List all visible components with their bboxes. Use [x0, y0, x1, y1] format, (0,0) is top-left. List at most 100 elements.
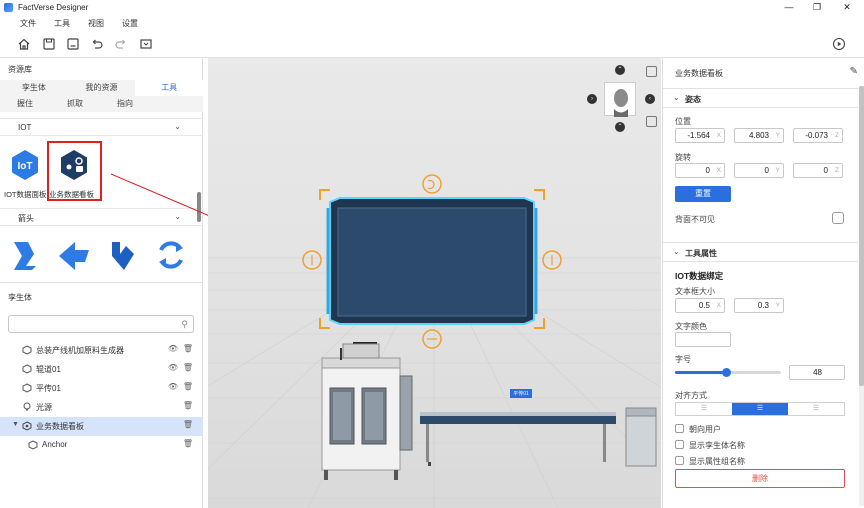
align-center-button[interactable]: ☰	[732, 403, 788, 415]
position-y-field[interactable]: 4.803 Y	[734, 128, 784, 143]
face-user-checkbox[interactable]	[675, 424, 684, 433]
view-mode-icon[interactable]	[646, 66, 657, 77]
axis-x-label: X	[716, 302, 721, 309]
trash-icon[interactable]: 🗑	[183, 420, 193, 429]
tree-row-selected[interactable]: ▼ 业务数据看板 🗑	[0, 417, 203, 436]
menu-settings[interactable]: 设置	[122, 18, 138, 29]
tab-my-resources[interactable]: 我的资源	[68, 80, 136, 96]
arrow-tile-left[interactable]	[55, 236, 93, 274]
toolbar	[0, 31, 864, 58]
arrow-tile-zigzag[interactable]	[6, 236, 44, 274]
bin-model[interactable]	[625, 407, 657, 467]
tree-row[interactable]: 光源 🗑	[0, 398, 203, 417]
eye-icon[interactable]: 👁	[168, 363, 178, 372]
home-icon[interactable]	[17, 37, 31, 51]
play-icon[interactable]	[832, 37, 846, 51]
category-iot[interactable]: IOT ⌄	[0, 118, 203, 136]
align-right-button[interactable]: ☰	[788, 403, 844, 415]
search-input[interactable]: ⚲	[8, 315, 194, 333]
tree-row-label: 总装产线机加原料生成器	[36, 346, 124, 355]
chevron-down-icon[interactable]: ▼	[12, 421, 19, 428]
face-user-label: 朝向用户	[689, 425, 721, 434]
tab-tools[interactable]: 工具	[135, 80, 204, 96]
tree-row-label: 光源	[36, 403, 52, 412]
tree-row[interactable]: 辊道01 👁 🗑	[0, 360, 203, 379]
axis-y-label: Y	[775, 167, 780, 174]
textbox-height-field[interactable]: 0.3 Y	[734, 298, 784, 313]
tree-row[interactable]: 总装产线机加原料生成器 👁 🗑	[0, 341, 203, 360]
position-x-field[interactable]: -1.564 X	[675, 128, 725, 143]
rotate-handle-top[interactable]	[422, 174, 442, 194]
subtab-grab[interactable]: 抓取	[50, 96, 100, 112]
panel-splitter[interactable]	[0, 282, 203, 287]
trash-icon[interactable]: 🗑	[183, 401, 193, 410]
trash-icon[interactable]: 🗑	[183, 363, 193, 372]
maximize-button[interactable]: ❐	[802, 0, 832, 15]
category-arrow[interactable]: 箭头 ⌄	[0, 208, 203, 226]
left-arrow-icon	[59, 242, 89, 270]
reset-button[interactable]: 重置	[675, 186, 731, 202]
minimize-button[interactable]: —	[774, 0, 804, 15]
undo-icon[interactable]	[90, 37, 104, 51]
save-as-icon[interactable]	[66, 37, 80, 51]
menu-tools[interactable]: 工具	[54, 18, 70, 29]
pose-section-header[interactable]: ⌄ 姿态	[663, 88, 858, 108]
arrow-tile-rotate[interactable]	[152, 236, 190, 274]
tree-row[interactable]: 平传01 👁 🗑	[0, 379, 203, 398]
edit-icon[interactable]: ✎	[850, 66, 858, 77]
camera-head-preview[interactable]	[604, 82, 636, 117]
trash-icon[interactable]: 🗑	[183, 439, 193, 448]
properties-scrollbar[interactable]	[859, 86, 864, 506]
view-right-button[interactable]: ‹	[645, 94, 655, 104]
backface-checkbox[interactable]	[832, 212, 844, 224]
save-icon[interactable]	[42, 37, 56, 51]
conveyor-model[interactable]	[420, 412, 616, 466]
text-color-picker[interactable]	[675, 332, 731, 347]
assembly-machine-model[interactable]	[321, 343, 413, 480]
scene-viewport[interactable]: 平传01 ⌃ › ‹ ⌃	[208, 58, 661, 508]
show-group-name-checkbox[interactable]	[675, 456, 684, 465]
trash-icon[interactable]: 🗑	[183, 382, 193, 391]
eye-icon[interactable]: 👁	[168, 382, 178, 391]
delete-button[interactable]: 删除	[675, 469, 845, 488]
axis-x-label: X	[716, 167, 721, 174]
view-left-button[interactable]: ›	[587, 94, 597, 104]
grid-toggle-icon[interactable]	[646, 116, 657, 127]
scene-canvas	[208, 174, 661, 508]
view-up-button[interactable]: ⌃	[615, 65, 625, 75]
trash-icon[interactable]: 🗑	[183, 344, 193, 353]
arrow-tile-down[interactable]	[104, 236, 142, 274]
redo-icon[interactable]	[114, 37, 128, 51]
menu-file[interactable]: 文件	[20, 18, 36, 29]
properties-scrollbar-thumb[interactable]	[859, 86, 864, 386]
resource-scrollbar[interactable]	[197, 192, 201, 222]
font-size-slider-handle[interactable]	[721, 368, 731, 377]
menu-view[interactable]: 视图	[88, 18, 104, 29]
font-size-slider-track[interactable]	[675, 368, 781, 377]
rotate-arrow-icon	[159, 241, 183, 269]
position-z-field[interactable]: -0.073 Z	[793, 128, 843, 143]
subtab-point[interactable]: 指向	[100, 96, 150, 112]
font-size-field[interactable]: 48	[789, 365, 845, 380]
rotation-x-value: 0	[705, 166, 710, 175]
properties-panel: 业务数据看板 ✎ ⌄ 姿态 位置 -1.564 X 4.803 Y -0.073…	[662, 58, 864, 508]
close-button[interactable]: ✕	[832, 0, 862, 15]
tree-row-label: 辊道01	[36, 365, 61, 374]
business-board-screen[interactable]	[326, 197, 538, 325]
iot-data-panel-tile[interactable]: IoT	[6, 146, 44, 184]
head-model-icon	[614, 89, 628, 117]
tree-row[interactable]: Anchor 🗑	[0, 436, 203, 455]
position-z-value: -0.073	[805, 131, 828, 140]
tab-twin[interactable]: 孪生体	[0, 80, 68, 96]
align-left-button[interactable]: ☰	[676, 403, 732, 415]
rotation-x-field[interactable]: 0 X	[675, 163, 725, 178]
view-down-button[interactable]: ⌃	[615, 122, 625, 132]
eye-icon[interactable]: 👁	[168, 344, 178, 353]
rotation-z-field[interactable]: 0 Z	[793, 163, 843, 178]
tool-section-header[interactable]: ⌄ 工具属性	[663, 242, 858, 262]
subtab-hold[interactable]: 握住	[0, 96, 50, 112]
textbox-width-field[interactable]: 0.5 X	[675, 298, 725, 313]
screenshot-icon[interactable]	[139, 37, 153, 51]
show-twin-name-checkbox[interactable]	[675, 440, 684, 449]
rotation-y-field[interactable]: 0 Y	[734, 163, 784, 178]
